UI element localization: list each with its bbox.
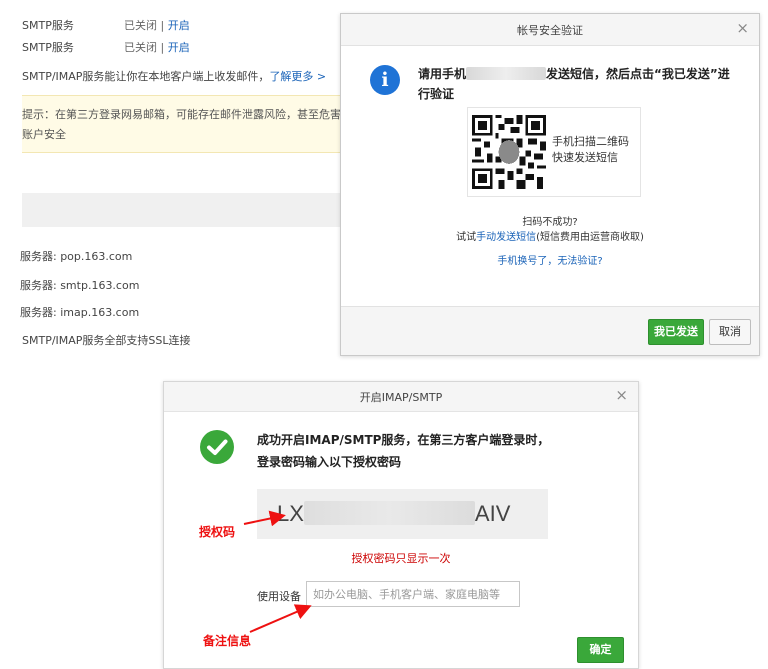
- hint-text: 提示：在第三方登录网易邮箱，可能存在邮件泄露风险，甚至危害Apple或: [22, 108, 384, 121]
- auth-code: LX AIV: [277, 501, 511, 526]
- phone-changed-link-row: 手机换号了，无法验证?: [341, 252, 759, 267]
- dialog-footer: 我已发送 取消: [341, 306, 759, 355]
- dialog-title: 帐号安全验证: [517, 24, 583, 37]
- learn-more-link[interactable]: 了解更多 >: [269, 70, 326, 83]
- close-icon[interactable]: ×: [736, 20, 749, 36]
- info-icon: i: [370, 65, 400, 95]
- device-label: 使用设备: [257, 590, 301, 603]
- dialog-header: 帐号安全验证 ×: [341, 14, 759, 46]
- qr-card: 手机扫描二维码 快速发送短信: [467, 107, 641, 197]
- pop-server: 服务器: pop.163.com: [20, 250, 133, 263]
- auth-code-annotation: 授权码: [199, 525, 236, 539]
- service-label: SMTP服务: [22, 41, 74, 54]
- smtp-service-row: SMTP服务 已关闭 | 开启: [22, 17, 190, 33]
- verify-message: 请用手机 发送短信，然后点击“我已发送”进行验证: [418, 67, 730, 101]
- service-label: SMTP服务: [22, 19, 74, 32]
- masked-auth-code: [303, 501, 475, 525]
- ok-button[interactable]: 确定: [577, 637, 624, 663]
- service-status: 已关闭 | 开启: [124, 41, 190, 54]
- cancel-button[interactable]: 取消: [709, 319, 751, 345]
- device-input[interactable]: [306, 581, 520, 607]
- masked-phone-number: [466, 67, 547, 80]
- scan-fail-text: 扫码不成功?: [522, 217, 578, 228]
- enable-link[interactable]: 开启: [168, 19, 190, 32]
- sent-confirm-button[interactable]: 我已发送: [648, 319, 704, 345]
- smtp-server: 服务器: smtp.163.com: [20, 279, 140, 292]
- qr-code-icon: [472, 115, 546, 189]
- risk-hint-box: 提示：在第三方登录网易邮箱，可能存在邮件泄露风险，甚至危害Apple或 账户安全: [22, 95, 383, 153]
- qr-instructions: 手机扫描二维码 快速发送短信: [552, 135, 629, 164]
- dialog-header: 开启IMAP/SMTP ×: [164, 382, 638, 412]
- enable-link[interactable]: 开启: [168, 41, 190, 54]
- service-intro: SMTP/IMAP服务能让你在本地客户端上收发邮件，了解更多 >: [22, 70, 327, 83]
- close-icon[interactable]: ×: [615, 387, 628, 403]
- ssl-note: SMTP/IMAP服务全部支持SSL连接: [22, 334, 191, 347]
- show-once-note: 授权密码只显示一次: [351, 552, 451, 565]
- success-message: 成功开启IMAP/SMTP服务，在第三方客户端登录时，登录密码输入以下授权密码: [257, 433, 550, 469]
- note-info-annotation: 备注信息: [203, 634, 252, 648]
- success-check-icon: [200, 430, 234, 464]
- smtp-service-row: SMTP服务 已关闭 | 开启: [22, 39, 190, 55]
- service-status: 已关闭 | 开启: [124, 19, 190, 32]
- auth-code-box: LX AIV: [257, 489, 548, 539]
- manual-sms-link[interactable]: 手动发送短信: [476, 232, 536, 243]
- manual-sms-hint: 试试手动发送短信(短信费用由运营商收取): [456, 232, 644, 243]
- phone-changed-link[interactable]: 手机换号了，无法验证?: [497, 256, 602, 267]
- section-header: [22, 193, 352, 227]
- dialog-title: 开启IMAP/SMTP: [359, 391, 443, 404]
- security-verify-dialog: 帐号安全验证 × i 请用手机 发送短信，然后点击“我已发送”进行验证 手机扫描…: [340, 13, 760, 356]
- imap-server: 服务器: imap.163.com: [20, 306, 140, 319]
- hint-text: 账户安全: [22, 128, 66, 141]
